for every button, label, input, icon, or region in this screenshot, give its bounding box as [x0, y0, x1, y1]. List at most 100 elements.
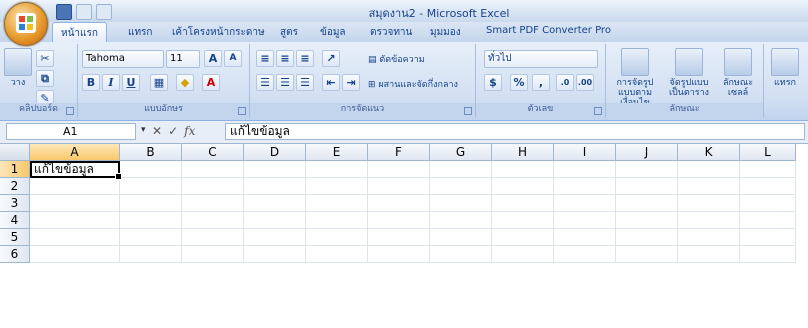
column-header-f[interactable]: F	[368, 144, 430, 161]
grow-font-button[interactable]: A	[204, 50, 222, 67]
column-header-b[interactable]: B	[120, 144, 182, 161]
cell-B6[interactable]	[120, 246, 182, 263]
conditional-formatting-button[interactable]: การจัดรูปแบบตามเงื่อนไข	[608, 48, 662, 108]
cell-J4[interactable]	[616, 212, 678, 229]
row-header-1[interactable]: 1	[0, 161, 30, 178]
percent-button[interactable]: %	[510, 74, 528, 91]
cell-F3[interactable]	[368, 195, 430, 212]
cell-C2[interactable]	[182, 178, 244, 195]
tab-home[interactable]: หน้าแรก	[52, 22, 107, 42]
cell-C3[interactable]	[182, 195, 244, 212]
increase-decimal-icon[interactable]: .0	[556, 74, 574, 91]
cell-G2[interactable]	[430, 178, 492, 195]
cut-icon[interactable]: ✂	[36, 50, 54, 67]
cell-F5[interactable]	[368, 229, 430, 246]
undo-icon[interactable]	[76, 4, 92, 20]
cell-B5[interactable]	[120, 229, 182, 246]
cell-A2[interactable]	[30, 178, 120, 195]
cell-styles-button[interactable]: ลักษณะเซลล์	[716, 48, 760, 98]
number-format-select[interactable]: ทั่วไป	[484, 50, 598, 68]
cell-H4[interactable]	[492, 212, 554, 229]
align-right-icon[interactable]: ☰	[296, 74, 314, 91]
comma-button[interactable]: ,	[532, 74, 550, 91]
cell-K1[interactable]	[678, 161, 740, 178]
font-color-icon[interactable]: A	[202, 74, 220, 91]
column-header-k[interactable]: K	[678, 144, 740, 161]
font-size-select[interactable]: 11	[166, 50, 200, 68]
cell-A3[interactable]	[30, 195, 120, 212]
tab-insert[interactable]: แทรก	[128, 25, 152, 40]
cell-D5[interactable]	[244, 229, 306, 246]
align-middle-icon[interactable]: ≡	[276, 50, 294, 67]
cell-H6[interactable]	[492, 246, 554, 263]
cell-E6[interactable]	[306, 246, 368, 263]
cell-H1[interactable]	[492, 161, 554, 178]
name-box-dropdown-icon[interactable]: ▾	[141, 125, 146, 135]
cell-H3[interactable]	[492, 195, 554, 212]
cell-D4[interactable]	[244, 212, 306, 229]
insert-function-button[interactable]: fx	[184, 124, 195, 138]
align-bottom-icon[interactable]: ≡	[296, 50, 314, 67]
active-cell[interactable]: แก้ไขข้อมูล	[30, 161, 122, 180]
cell-C6[interactable]	[182, 246, 244, 263]
fill-handle[interactable]	[115, 173, 122, 180]
cell-J5[interactable]	[616, 229, 678, 246]
decrease-decimal-icon[interactable]: .00	[576, 74, 594, 91]
cell-K6[interactable]	[678, 246, 740, 263]
merge-center-button[interactable]: ⊞ ผสานและจัดกึ่งกลาง	[368, 77, 458, 91]
cell-L1[interactable]	[740, 161, 796, 178]
tab-smart-pdf[interactable]: Smart PDF Converter Pro	[486, 25, 611, 36]
column-header-j[interactable]: J	[616, 144, 678, 161]
cell-G4[interactable]	[430, 212, 492, 229]
cell-H5[interactable]	[492, 229, 554, 246]
cell-D1[interactable]	[244, 161, 306, 178]
cell-K3[interactable]	[678, 195, 740, 212]
cell-K2[interactable]	[678, 178, 740, 195]
cell-C1[interactable]	[182, 161, 244, 178]
italic-button[interactable]: I	[102, 74, 120, 91]
cell-E4[interactable]	[306, 212, 368, 229]
office-button[interactable]	[4, 2, 48, 46]
cell-I1[interactable]	[554, 161, 616, 178]
cell-L4[interactable]	[740, 212, 796, 229]
column-header-h[interactable]: H	[492, 144, 554, 161]
column-header-g[interactable]: G	[430, 144, 492, 161]
decrease-indent-icon[interactable]: ⇤	[322, 74, 340, 91]
row-header-4[interactable]: 4	[0, 212, 30, 229]
cell-F4[interactable]	[368, 212, 430, 229]
column-header-c[interactable]: C	[182, 144, 244, 161]
wrap-text-button[interactable]: ▤ ตัดข้อความ	[368, 52, 425, 66]
select-all-corner[interactable]	[0, 144, 30, 161]
paste-button[interactable]: วาง	[4, 48, 32, 88]
font-launcher-icon[interactable]	[238, 107, 246, 115]
cell-F1[interactable]	[368, 161, 430, 178]
clipboard-launcher-icon[interactable]	[66, 107, 74, 115]
cell-E1[interactable]	[306, 161, 368, 178]
fill-color-icon[interactable]: ◆	[176, 74, 194, 91]
redo-icon[interactable]	[96, 4, 112, 20]
orientation-icon[interactable]: ↗	[322, 50, 340, 67]
underline-button[interactable]: U	[122, 74, 140, 91]
cell-D3[interactable]	[244, 195, 306, 212]
column-header-e[interactable]: E	[306, 144, 368, 161]
cell-G3[interactable]	[430, 195, 492, 212]
tab-page-layout[interactable]: เค้าโครงหน้ากระดาษ	[172, 25, 265, 40]
currency-icon[interactable]: $	[484, 74, 502, 91]
cell-B1[interactable]	[120, 161, 182, 178]
cell-J1[interactable]	[616, 161, 678, 178]
cell-E5[interactable]	[306, 229, 368, 246]
cell-G5[interactable]	[430, 229, 492, 246]
cell-L5[interactable]	[740, 229, 796, 246]
bold-button[interactable]: B	[82, 74, 100, 91]
cell-J3[interactable]	[616, 195, 678, 212]
cell-C5[interactable]	[182, 229, 244, 246]
column-header-d[interactable]: D	[244, 144, 306, 161]
cell-B4[interactable]	[120, 212, 182, 229]
cell-E2[interactable]	[306, 178, 368, 195]
cell-I4[interactable]	[554, 212, 616, 229]
increase-indent-icon[interactable]: ⇥	[342, 74, 360, 91]
copy-icon[interactable]: ⧉	[36, 70, 54, 87]
cell-L3[interactable]	[740, 195, 796, 212]
borders-icon[interactable]: ▦	[150, 74, 168, 91]
cell-A4[interactable]	[30, 212, 120, 229]
